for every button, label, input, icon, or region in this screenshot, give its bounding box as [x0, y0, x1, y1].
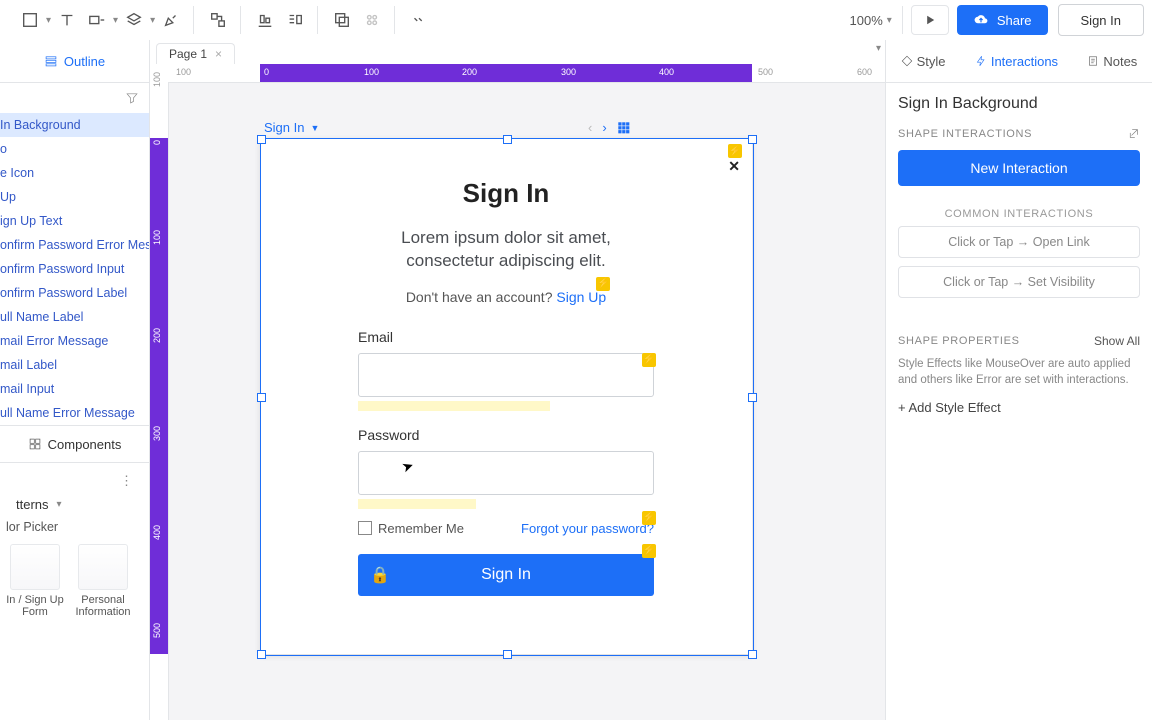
left-panel: Outline In Background o e Icon Up ign Up… — [0, 40, 150, 720]
outline-tree: In Background o e Icon Up ign Up Text on… — [0, 113, 149, 425]
components-icon — [28, 437, 42, 451]
combine-icon[interactable] — [328, 6, 356, 34]
outline-tab[interactable]: Outline — [0, 40, 149, 83]
popout-icon[interactable] — [1127, 127, 1140, 140]
text-align-icon[interactable] — [281, 6, 309, 34]
resize-handle[interactable] — [257, 135, 266, 144]
components-menu[interactable]: ⋮ — [120, 473, 133, 489]
show-all-button[interactable]: Show All — [1094, 334, 1140, 348]
boolean-icon — [358, 6, 386, 34]
component-thumb[interactable]: In / Sign Up Form — [6, 544, 64, 618]
tab-strip: Page 1 × ▾ — [150, 40, 885, 65]
filter-icon — [125, 91, 139, 105]
components-header[interactable]: Components — [0, 425, 149, 462]
library-item[interactable]: lor Picker — [6, 520, 58, 534]
bolt-icon — [975, 55, 987, 67]
section-shape-properties: SHAPE PROPERTIES — [898, 335, 1020, 347]
selection-name: Sign In Background — [898, 83, 1140, 121]
more-tools-icon[interactable] — [405, 6, 433, 34]
outline-filter[interactable] — [0, 83, 149, 113]
top-signin-button[interactable]: Sign In — [1058, 4, 1144, 36]
artboard-label[interactable]: Sign In ▼ — [264, 120, 319, 135]
grid-view-icon[interactable] — [617, 121, 630, 134]
tree-item[interactable]: mail Error Message — [0, 329, 149, 353]
tab-notes[interactable]: Notes — [1087, 54, 1137, 69]
tree-item[interactable]: onfirm Password Label — [0, 281, 149, 305]
diamond-icon — [901, 55, 913, 67]
resize-handle[interactable] — [257, 650, 266, 659]
resize-handle[interactable] — [503, 650, 512, 659]
shape-tool-icon[interactable] — [16, 6, 44, 34]
canvas[interactable]: Page 1 × ▾ 100 0 100 200 300 400 500 600… — [150, 40, 885, 720]
artboard-nav: ‹ › — [588, 120, 630, 135]
common-set-visibility[interactable]: Click or Tap → Set Visibility — [898, 266, 1140, 298]
share-label: Share — [997, 13, 1032, 28]
section-shape-interactions: SHAPE INTERACTIONS — [898, 128, 1032, 140]
text-tool-icon[interactable] — [53, 6, 81, 34]
next-artboard-icon[interactable]: › — [602, 120, 606, 135]
selection-outline — [260, 138, 754, 656]
new-interaction-button[interactable]: New Interaction — [898, 150, 1140, 186]
tree-item[interactable]: ull Name Error Message — [0, 401, 149, 425]
preview-button[interactable] — [911, 5, 949, 35]
resize-handle[interactable] — [748, 650, 757, 659]
ruler-horizontal: 100 0 100 200 300 400 500 600 — [168, 64, 885, 83]
top-toolbar: ▾ ▾ ▾ 100% ▾ Share Sign In — [0, 0, 1152, 41]
library-select[interactable]: tterns ▾ — [16, 497, 62, 512]
tab-interactions[interactable]: Interactions — [975, 54, 1058, 69]
add-style-effect-button[interactable]: + Add Style Effect — [898, 396, 1140, 419]
properties-note: Style Effects like MouseOver are auto ap… — [898, 352, 1140, 396]
ruler-vertical: 100 0 100 200 300 400 500 — [150, 82, 169, 720]
note-icon — [1087, 55, 1099, 67]
tree-item-selected[interactable]: In Background — [0, 113, 149, 137]
section-common-interactions: COMMON INTERACTIONS — [898, 202, 1140, 226]
tree-item[interactable]: onfirm Password Input — [0, 257, 149, 281]
share-button[interactable]: Share — [957, 5, 1048, 35]
group-icon[interactable] — [204, 6, 232, 34]
tabs-overflow-icon[interactable]: ▾ — [876, 43, 881, 54]
layers-tool-icon[interactable] — [120, 6, 148, 34]
pen-tool-icon[interactable] — [157, 6, 185, 34]
zoom-select[interactable]: 100% ▾ — [840, 6, 903, 34]
zoom-value: 100% — [850, 13, 883, 28]
align-icon[interactable] — [251, 6, 279, 34]
cloud-icon — [973, 12, 989, 28]
tree-item[interactable]: e Icon — [0, 161, 149, 185]
resize-handle[interactable] — [748, 393, 757, 402]
form-tool-icon[interactable] — [83, 6, 111, 34]
close-tab-icon[interactable]: × — [215, 47, 222, 61]
tree-item[interactable]: mail Label — [0, 353, 149, 377]
resize-handle[interactable] — [503, 135, 512, 144]
common-open-link[interactable]: Click or Tap → Open Link — [898, 226, 1140, 258]
tree-item[interactable]: onfirm Password Error Mes — [0, 233, 149, 257]
outline-icon — [44, 54, 58, 68]
prev-artboard-icon[interactable]: ‹ — [588, 120, 592, 135]
tree-item[interactable]: mail Input — [0, 377, 149, 401]
tree-item[interactable]: Up — [0, 185, 149, 209]
component-thumb[interactable]: Personal Information — [74, 544, 132, 618]
tab-style[interactable]: Style — [901, 54, 946, 69]
page-tab[interactable]: Page 1 × — [156, 43, 235, 64]
right-panel: Style Interactions Notes Sign In Backgro… — [885, 40, 1152, 720]
tree-item[interactable]: o — [0, 137, 149, 161]
tree-item[interactable]: ign Up Text — [0, 209, 149, 233]
resize-handle[interactable] — [748, 135, 757, 144]
tree-item[interactable]: ull Name Label — [0, 305, 149, 329]
resize-handle[interactable] — [257, 393, 266, 402]
